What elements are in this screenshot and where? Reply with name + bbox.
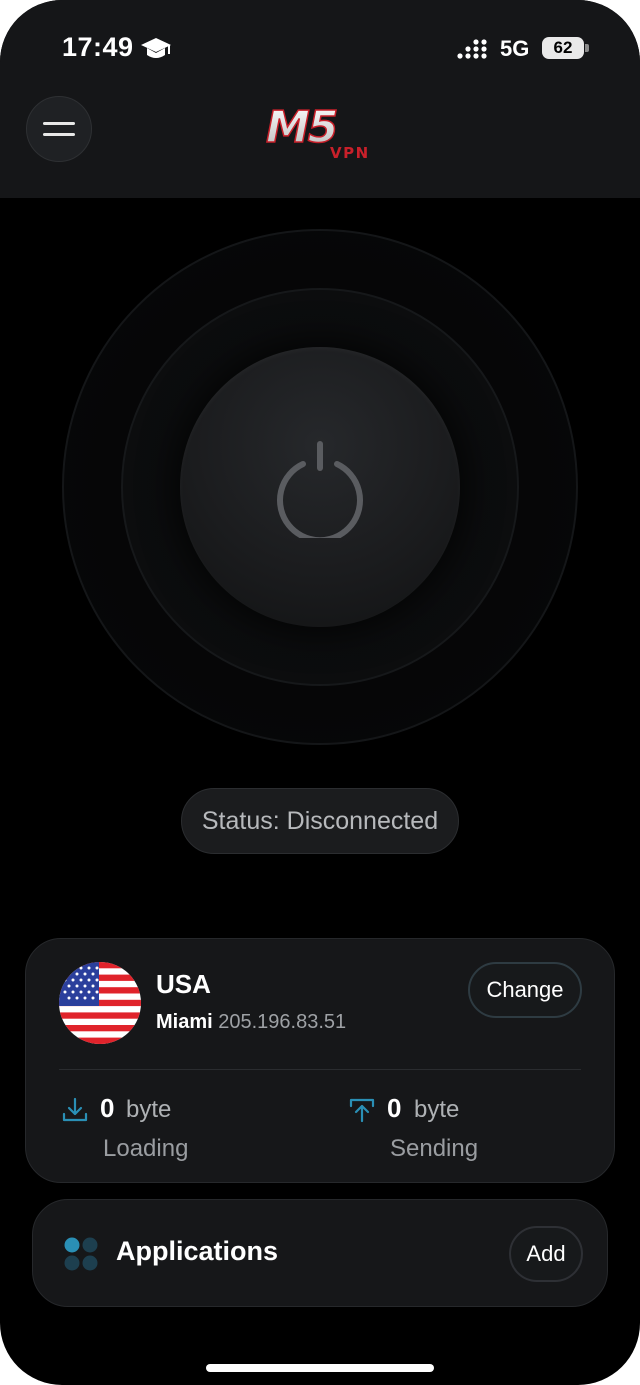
upload-value: 0 bbox=[387, 1093, 402, 1123]
graduation-cap-icon bbox=[141, 38, 171, 58]
battery-cap bbox=[585, 44, 589, 52]
download-label: Loading bbox=[103, 1135, 189, 1162]
server-ip: 205.196.83.51 bbox=[218, 1011, 347, 1033]
download-unit: byte bbox=[126, 1096, 172, 1123]
apps-grid-icon bbox=[64, 1237, 98, 1271]
status-bar: 17:49 5G 62 bbox=[0, 0, 640, 90]
phone-screen: 17:49 5G 62 M5 VPN Status: Disconnected … bbox=[0, 0, 640, 1385]
applications-card[interactable]: Applications Add bbox=[32, 1199, 608, 1307]
add-application-label: Add bbox=[526, 1241, 566, 1266]
server-card[interactable]: USA Miami 205.196.83.51 Change 0 byte Lo… bbox=[25, 938, 615, 1183]
power-icon bbox=[277, 441, 363, 538]
network-type: 5G bbox=[500, 36, 530, 61]
download-value: 0 bbox=[100, 1093, 115, 1123]
change-server-button[interactable]: Change bbox=[468, 962, 582, 1018]
download-icon bbox=[62, 1097, 88, 1122]
cellular-signal-icon bbox=[457, 39, 487, 59]
hamburger-line bbox=[43, 133, 75, 136]
logo-subtext: VPN bbox=[330, 144, 370, 162]
menu-button[interactable] bbox=[26, 96, 92, 162]
upload-label: Sending bbox=[390, 1135, 479, 1162]
connection-status-text: Status: Disconnected bbox=[201, 806, 439, 835]
m5-vpn-logo: M5 VPN bbox=[265, 102, 370, 162]
app-header: 17:49 5G 62 M5 VPN bbox=[0, 0, 640, 198]
add-application-button[interactable]: Add bbox=[509, 1226, 583, 1282]
status-time: 17:49 bbox=[62, 32, 134, 62]
card-divider bbox=[59, 1069, 581, 1070]
hamburger-line bbox=[43, 122, 75, 125]
change-server-label: Change bbox=[486, 977, 564, 1002]
applications-title: Applications bbox=[116, 1236, 279, 1266]
server-city: Miami bbox=[156, 1011, 213, 1033]
battery-level: 62 bbox=[553, 38, 573, 57]
upload-icon bbox=[349, 1098, 375, 1123]
battery-indicator: 62 bbox=[542, 37, 584, 59]
logo-wordmark: M5 bbox=[266, 102, 337, 153]
server-location: Miami 205.196.83.51 bbox=[156, 1011, 346, 1034]
upload-unit: byte bbox=[414, 1096, 460, 1123]
usa-flag-icon bbox=[59, 962, 141, 1044]
connection-status: Status: Disconnected bbox=[181, 788, 459, 854]
home-indicator[interactable] bbox=[206, 1364, 434, 1372]
server-country: USA bbox=[156, 969, 211, 999]
